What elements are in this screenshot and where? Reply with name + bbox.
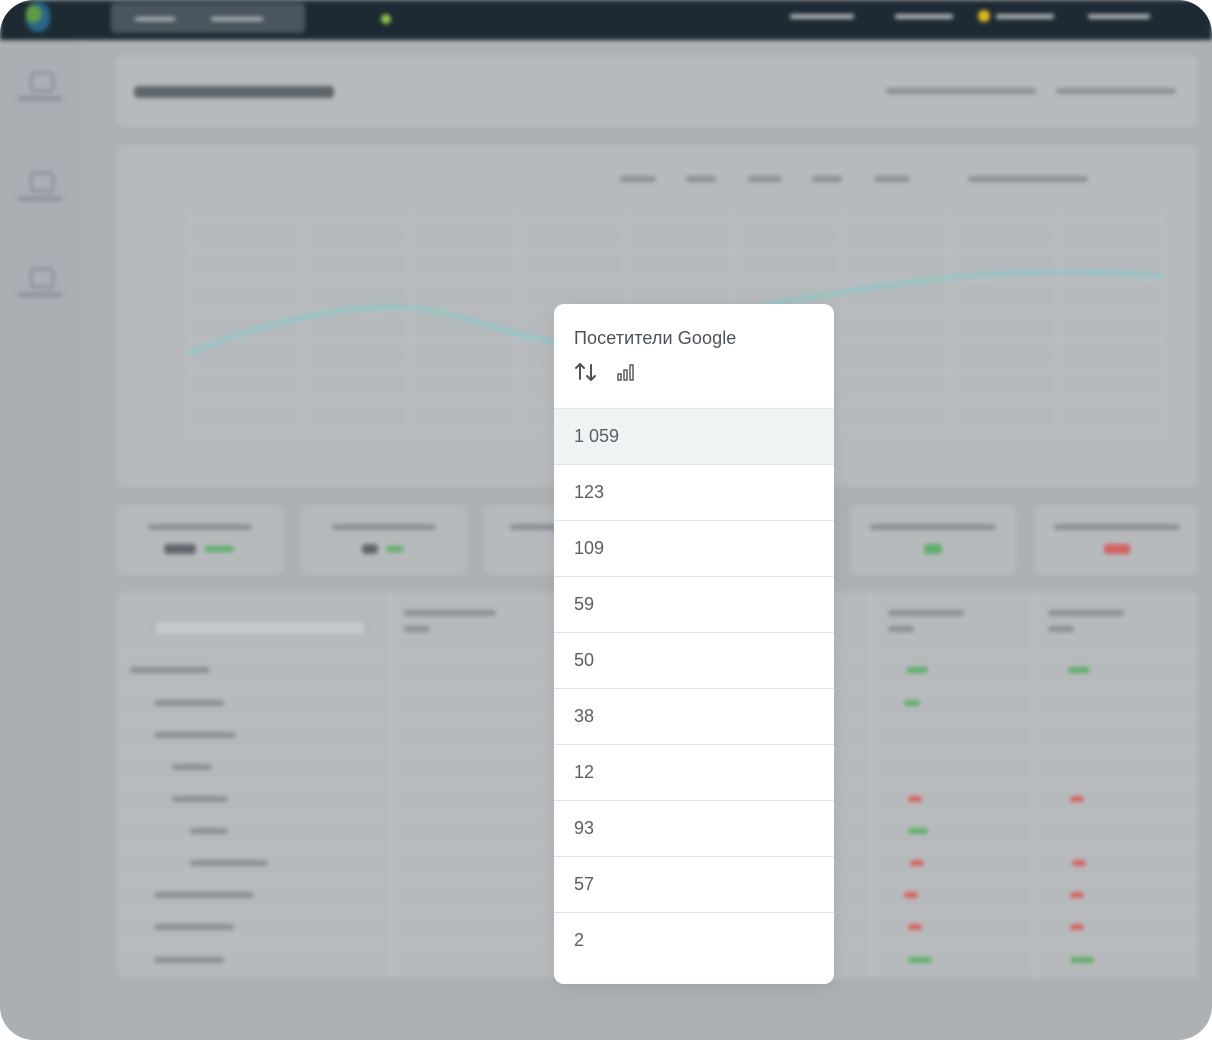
kpi-card bbox=[850, 506, 1016, 574]
value-row[interactable]: 93 bbox=[554, 800, 834, 856]
logo-icon bbox=[26, 2, 50, 32]
status-dot-icon bbox=[381, 14, 391, 24]
value-text: 50 bbox=[574, 650, 595, 670]
column-popover: Посетители Google 1 059 123 109 59 50 38… bbox=[554, 304, 834, 984]
settings-icon[interactable] bbox=[30, 268, 54, 288]
value-text: 12 bbox=[574, 762, 595, 782]
kpi-card bbox=[118, 506, 284, 574]
bar-chart-icon[interactable] bbox=[616, 360, 636, 384]
value-row[interactable]: 59 bbox=[554, 576, 834, 632]
kpi-card bbox=[1034, 506, 1198, 574]
balance-icon bbox=[978, 10, 990, 22]
value-text: 123 bbox=[574, 482, 605, 502]
value-text: 93 bbox=[574, 818, 595, 838]
project-switcher[interactable] bbox=[111, 3, 391, 33]
projects-icon[interactable] bbox=[30, 172, 54, 192]
popover-title: Посетители Google bbox=[574, 328, 737, 348]
kpi-card bbox=[302, 506, 466, 574]
value-row[interactable]: 50 bbox=[554, 632, 834, 688]
value-row[interactable]: 38 bbox=[554, 688, 834, 744]
value-text: 1 059 bbox=[574, 426, 620, 446]
value-text: 59 bbox=[574, 594, 595, 614]
page-header bbox=[116, 56, 1198, 126]
value-text: 109 bbox=[574, 538, 605, 558]
value-row[interactable]: 1 059 bbox=[554, 408, 834, 464]
popover-value-list: 1 059 123 109 59 50 38 12 93 57 2 bbox=[554, 408, 834, 968]
value-row[interactable]: 12 bbox=[554, 744, 834, 800]
value-row[interactable]: 109 bbox=[554, 520, 834, 576]
top-bar bbox=[0, 0, 1212, 40]
value-row[interactable]: 2 bbox=[554, 912, 834, 968]
value-text: 57 bbox=[574, 874, 595, 894]
dashboard-icon[interactable] bbox=[30, 72, 54, 92]
value-row[interactable]: 123 bbox=[554, 464, 834, 520]
app-window: Посетители Google 1 059 123 109 59 50 38… bbox=[0, 0, 1212, 1040]
value-text: 38 bbox=[574, 706, 595, 726]
sort-icon[interactable] bbox=[574, 360, 598, 384]
value-row[interactable]: 57 bbox=[554, 856, 834, 912]
value-text: 2 bbox=[574, 930, 585, 950]
sidebar bbox=[0, 40, 80, 1040]
